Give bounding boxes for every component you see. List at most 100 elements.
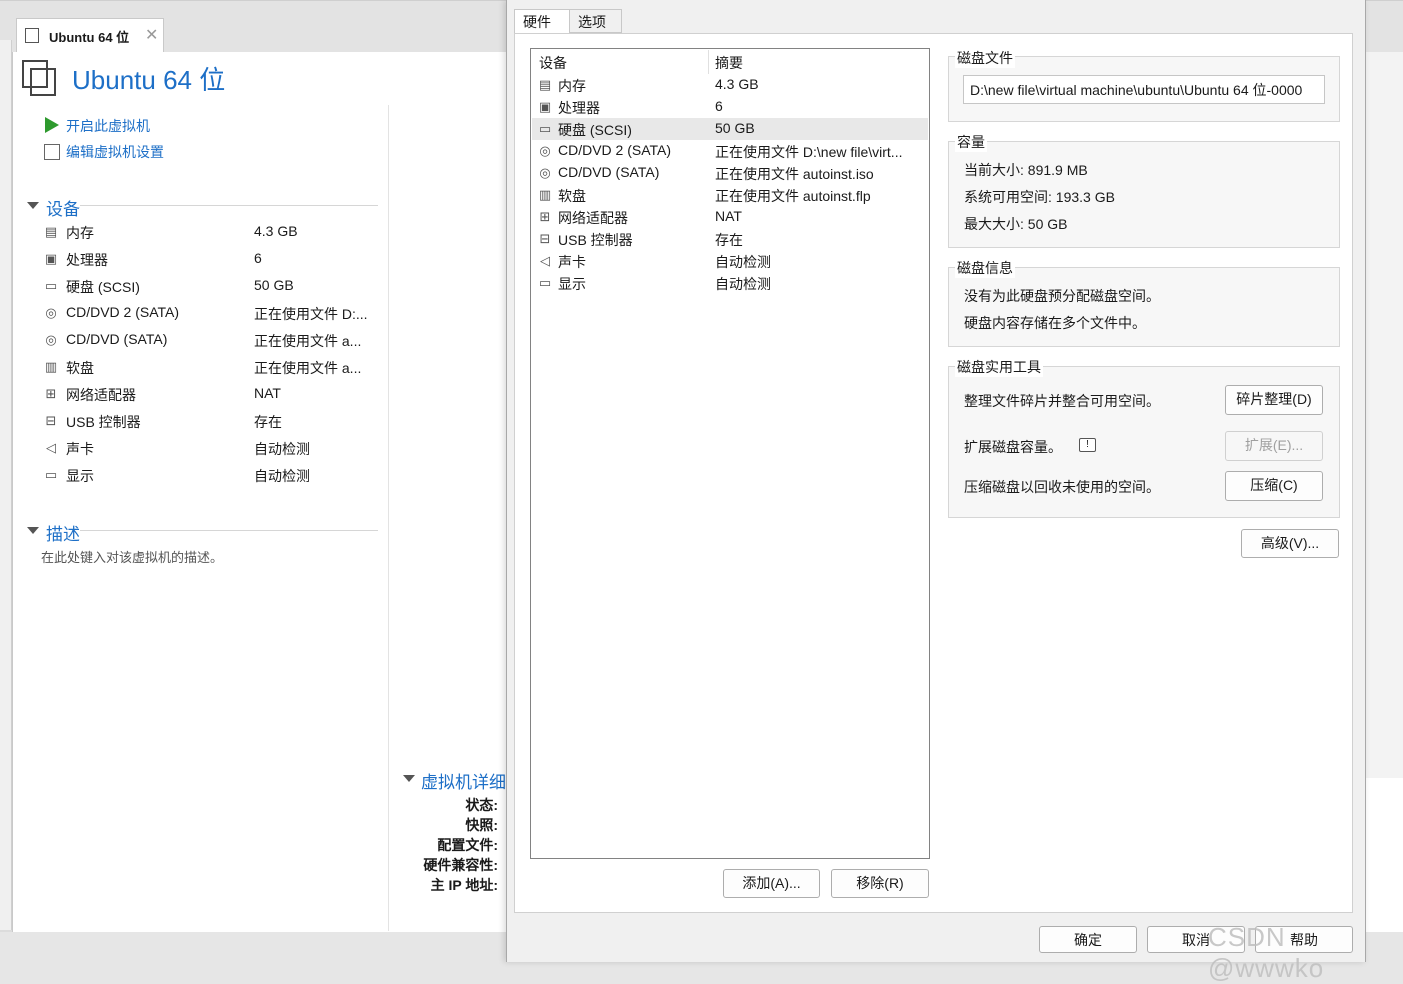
device-row-processor[interactable]: ▣ 处理器 6 [42, 248, 392, 275]
disk-info-line-1: 没有为此硬盘预分配磁盘空间。 [964, 288, 1160, 304]
device-row-floppy[interactable]: ▥ 软盘 正在使用文件 a... [42, 356, 392, 383]
list-row-summary: 正在使用文件 autoinst.flp [715, 188, 871, 204]
add-hardware-button[interactable]: 添加(A)... [723, 869, 820, 898]
ok-button[interactable]: 确定 [1039, 926, 1137, 953]
disk-info-title: 磁盘信息 [955, 258, 1015, 278]
list-row-name: CD/DVD (SATA) [558, 164, 660, 180]
usb-icon: ⊟ [45, 413, 57, 428]
list-row-cd-dvd[interactable]: ◎ CD/DVD (SATA) 正在使用文件 autoinst.iso [532, 162, 928, 184]
capacity-title: 容量 [955, 132, 987, 152]
processor-icon: ▣ [44, 251, 58, 266]
power-on-link[interactable]: 开启此虚拟机 [66, 116, 150, 136]
right-panel-bg [1364, 52, 1403, 778]
device-row-sound[interactable]: ◁ 声卡 自动检测 [42, 437, 392, 464]
vm-icon [25, 28, 43, 47]
detail-label-status: 状态: [465, 797, 498, 813]
device-row-memory[interactable]: ▤ 内存 4.3 GB [42, 221, 392, 248]
disk-file-path-field[interactable]: D:\new file\virtual machine\ubuntu\Ubunt… [963, 75, 1325, 104]
display-icon: ▭ [44, 467, 58, 482]
list-row-name: 软盘 [558, 188, 586, 204]
list-row-floppy[interactable]: ▥ 软盘 正在使用文件 autoinst.flp [532, 184, 928, 206]
device-name: 内存 [66, 225, 94, 241]
floppy-icon: ▥ [44, 359, 58, 374]
list-row-hard-disk[interactable]: ▭ 硬盘 (SCSI) 50 GB [532, 118, 928, 140]
play-icon[interactable] [45, 117, 59, 133]
tab-hardware[interactable]: 硬件 [514, 9, 570, 35]
device-name: 硬盘 (SCSI) [66, 279, 140, 295]
devices-section-title[interactable]: 设备 [46, 195, 80, 220]
description-section-title[interactable]: 描述 [46, 520, 80, 545]
list-row-memory[interactable]: ▤ 内存 4.3 GB [532, 74, 928, 96]
expand-button[interactable]: 扩展(E)... [1225, 431, 1323, 461]
device-value: 自动检测 [254, 441, 310, 457]
list-row-summary: 4.3 GB [715, 76, 759, 92]
device-value: 正在使用文件 D:... [254, 306, 368, 322]
page-title: Ubuntu 64 位 [72, 65, 226, 95]
disk-utilities-title: 磁盘实用工具 [955, 357, 1043, 377]
collapse-triangle-icon[interactable] [403, 775, 415, 782]
hard-disk-icon: ▭ [538, 121, 552, 136]
tab-ubuntu-vm[interactable]: Ubuntu 64 位 ✕ [16, 18, 164, 52]
device-name: 处理器 [66, 252, 108, 268]
vm-large-icon [22, 60, 56, 96]
column-separator[interactable] [708, 50, 709, 74]
device-name: 网络适配器 [66, 387, 136, 403]
floppy-icon: ▥ [538, 187, 552, 202]
device-name: 声卡 [66, 441, 94, 457]
sound-card-icon: ◁ [540, 253, 550, 268]
close-icon[interactable]: ✕ [145, 25, 158, 45]
description-placeholder[interactable]: 在此处键入对该虚拟机的描述。 [41, 547, 223, 566]
edit-settings-icon[interactable] [44, 144, 60, 160]
advanced-button[interactable]: 高级(V)... [1241, 529, 1339, 558]
compact-button[interactable]: 压缩(C) [1225, 471, 1323, 501]
column-header-summary[interactable]: 摘要 [715, 53, 743, 73]
device-value: 4.3 GB [254, 223, 298, 239]
defragment-button[interactable]: 碎片整理(D) [1225, 385, 1323, 415]
cd-dvd-icon: ◎ [539, 143, 551, 158]
device-row-cd-dvd-2[interactable]: ◎ CD/DVD 2 (SATA) 正在使用文件 D:... [42, 302, 392, 329]
list-row-name: 显示 [558, 276, 586, 292]
list-row-summary: 存在 [715, 232, 743, 248]
list-row-name: 硬盘 (SCSI) [558, 122, 632, 138]
device-row-usb[interactable]: ⊟ USB 控制器 存在 [42, 410, 392, 437]
cd-dvd-icon: ◎ [45, 305, 57, 320]
list-row-cd-dvd-2[interactable]: ◎ CD/DVD 2 (SATA) 正在使用文件 D:\new file\vir… [532, 140, 928, 162]
list-row-name: 声卡 [558, 254, 586, 270]
network-adapter-icon: ⊞ [45, 386, 57, 401]
detail-label-config: 配置文件: [437, 837, 498, 853]
section-divider [80, 530, 378, 531]
memory-icon: ▤ [44, 224, 58, 239]
column-header-device[interactable]: 设备 [539, 53, 567, 73]
list-row-summary: 正在使用文件 autoinst.iso [715, 166, 874, 182]
device-row-network[interactable]: ⊞ 网络适配器 NAT [42, 383, 392, 410]
list-row-summary: 6 [715, 98, 723, 114]
hard-disk-icon: ▭ [44, 278, 58, 293]
device-value: 正在使用文件 a... [254, 333, 362, 349]
display-icon: ▭ [538, 275, 552, 290]
list-row-processor[interactable]: ▣ 处理器 6 [532, 96, 928, 118]
tab-options[interactable]: 选项 [570, 9, 622, 33]
detail-label-snapshot: 快照: [465, 817, 498, 833]
collapse-triangle-icon[interactable] [27, 202, 39, 209]
edit-settings-link[interactable]: 编辑虚拟机设置 [66, 142, 164, 162]
device-row-cd-dvd[interactable]: ◎ CD/DVD (SATA) 正在使用文件 a... [42, 329, 392, 356]
list-row-summary: 自动检测 [715, 254, 771, 270]
device-row-display[interactable]: ▭ 显示 自动检测 [42, 464, 392, 491]
device-value: 自动检测 [254, 468, 310, 484]
list-row-display[interactable]: ▭ 显示 自动检测 [532, 272, 928, 294]
remove-hardware-button[interactable]: 移除(R) [831, 869, 929, 898]
info-icon[interactable]: ! [1079, 438, 1096, 452]
list-row-sound[interactable]: ◁ 声卡 自动检测 [532, 250, 928, 272]
expand-description: 扩展磁盘容量。 [964, 439, 1062, 455]
device-row-hard-disk[interactable]: ▭ 硬盘 (SCSI) 50 GB [42, 275, 392, 302]
device-name: CD/DVD 2 (SATA) [66, 304, 180, 320]
network-adapter-icon: ⊞ [539, 209, 551, 224]
device-value: 正在使用文件 a... [254, 360, 362, 376]
vm-details-title[interactable]: 虚拟机详细 [421, 768, 506, 793]
list-row-network[interactable]: ⊞ 网络适配器 NAT [532, 206, 928, 228]
device-name: 软盘 [66, 360, 94, 376]
list-row-usb[interactable]: ⊟ USB 控制器 存在 [532, 228, 928, 250]
device-name: 显示 [66, 468, 94, 484]
list-row-summary: NAT [715, 208, 742, 224]
collapse-triangle-icon[interactable] [27, 527, 39, 534]
